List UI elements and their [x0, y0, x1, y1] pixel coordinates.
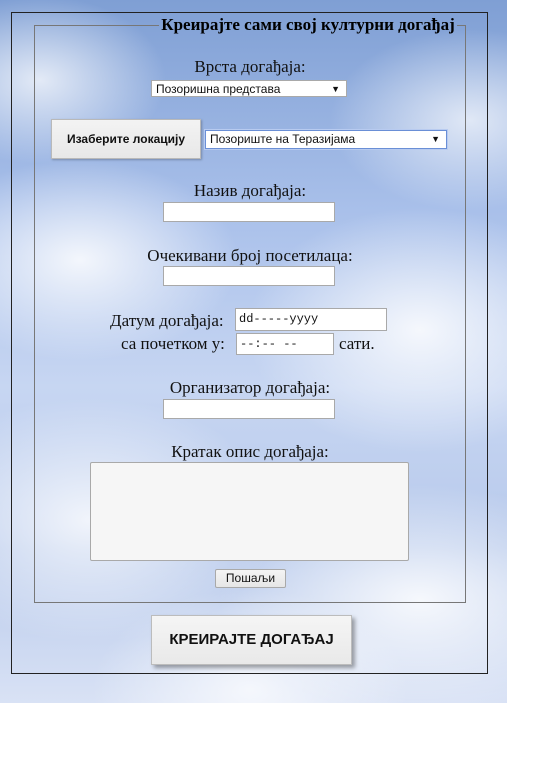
create-event-button[interactable]: КРЕИРАЈТЕ ДОГАЂАЈ	[151, 615, 352, 665]
event-name-label: Назив догађаја:	[193, 181, 307, 200]
create-event-form: Креирајте сами свој културни догађај Врс…	[34, 15, 466, 603]
expected-visitors-label: Очекивани број посетилаца:	[147, 246, 353, 265]
chevron-down-icon: ▼	[431, 134, 440, 144]
chevron-down-icon: ▼	[331, 84, 340, 94]
event-name-input[interactable]	[163, 202, 335, 222]
submit-button[interactable]: Пошаљи	[215, 569, 286, 588]
event-date-label: Датум догађаја:	[110, 311, 224, 330]
location-selected: Позориште на Теразијама	[210, 132, 356, 146]
choose-location-button[interactable]: Изаберите локацију	[51, 119, 201, 159]
organizer-input[interactable]	[163, 399, 335, 419]
start-time-input[interactable]: --:-- --	[236, 333, 334, 355]
expected-visitors-input[interactable]	[163, 266, 335, 286]
start-time-suffix: сати.	[339, 334, 375, 353]
event-type-label: Врста догађаја:	[194, 57, 306, 76]
event-type-select[interactable]: Позоришна представа ▼	[151, 80, 347, 97]
description-label: Кратак опис догађаја:	[171, 442, 329, 461]
event-date-input[interactable]: dd-----yyyy	[235, 308, 387, 331]
event-type-selected: Позоришна представа	[156, 82, 281, 96]
description-textarea[interactable]	[90, 462, 409, 561]
form-legend: Креирајте сами свој културни догађај	[161, 15, 455, 34]
organizer-label: Организатор догађаја:	[169, 378, 331, 397]
location-select[interactable]: Позориште на Теразијама ▼	[205, 130, 447, 149]
start-time-label: са почетком у:	[121, 334, 225, 353]
